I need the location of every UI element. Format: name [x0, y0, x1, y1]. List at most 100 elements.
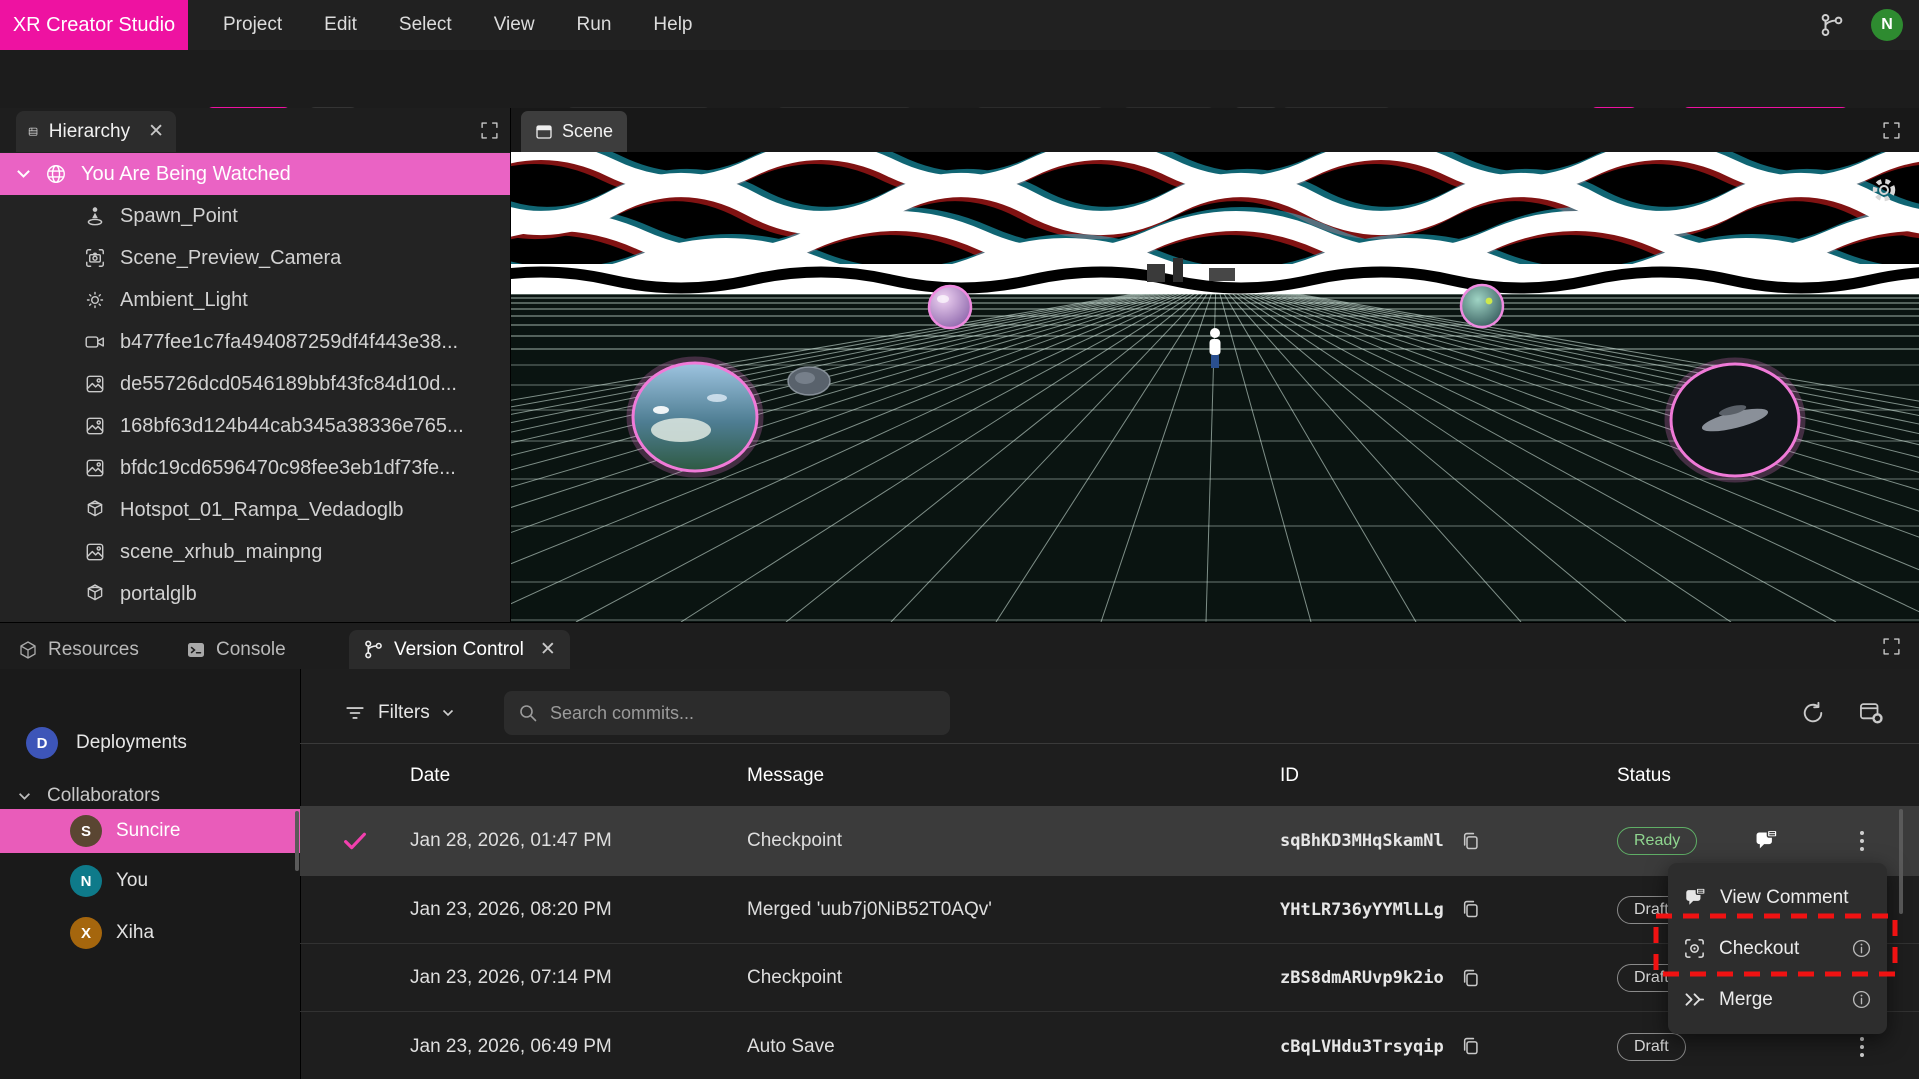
version-control-content: D Deployments Collaborators S Suncire N … [0, 669, 1919, 1079]
commit-date: Jan 23, 2026, 08:20 PM [410, 899, 747, 921]
image-icon [84, 541, 106, 563]
tree-item[interactable]: scene_xrhub_mainpng [0, 531, 510, 573]
bottom-tabbar: Resources Console Version Control ✕ [0, 623, 1919, 669]
git-branch-icon[interactable] [1819, 12, 1845, 38]
sidebar-item-collaborator-xiha[interactable]: X Xiha [0, 911, 300, 955]
globe-icon [45, 163, 67, 185]
row-menu-kebab-icon[interactable] [1853, 831, 1871, 851]
tab-console[interactable]: Console [186, 630, 286, 669]
search-commits-input[interactable] [548, 702, 936, 725]
tree-item[interactable]: bfdc19cd6596470c98fee3eb1df73fe... [0, 447, 510, 489]
tree-item-scene-root[interactable]: You Are Being Watched [0, 153, 510, 195]
tree-item[interactable]: Hotspot_01_Rampa_Vedadoglb [0, 489, 510, 531]
commit-id: YHtLR736yYYMlLLg [1280, 900, 1444, 920]
sidebar-item-collaborator-you[interactable]: N You [0, 859, 300, 903]
menu-item-checkout[interactable]: Checkout [1668, 923, 1887, 974]
hierarchy-panel: Hierarchy ✕ You Are Being Watched [0, 108, 511, 622]
close-icon[interactable]: ✕ [148, 122, 164, 141]
column-header-status[interactable]: Status [1617, 765, 1753, 787]
app-title: XR Creator Studio [0, 0, 188, 50]
tree-item[interactable]: b477fee1c7fa494087259df4f443e38... [0, 321, 510, 363]
refresh-icon[interactable] [1800, 700, 1826, 726]
close-icon[interactable]: ✕ [540, 640, 556, 659]
image-icon [84, 415, 106, 437]
info-icon [1851, 989, 1872, 1010]
portal-sphere-teal[interactable] [1461, 285, 1503, 327]
menu-item-merge[interactable]: Merge [1668, 974, 1887, 1025]
user-avatar[interactable]: N [1871, 9, 1903, 41]
copy-icon[interactable] [1460, 968, 1481, 989]
collaborator-avatar: N [70, 865, 102, 897]
sidebar-item-deployments[interactable]: D Deployments [0, 725, 300, 761]
image-icon [84, 373, 106, 395]
cube-icon [18, 640, 38, 660]
commit-message: Checkpoint [747, 830, 1280, 852]
commit-date: Jan 28, 2026, 01:47 PM [410, 830, 747, 852]
sidebar-group-collaborators[interactable]: Collaborators [0, 779, 300, 813]
tab-version-control[interactable]: Version Control ✕ [349, 630, 570, 669]
tree-item[interactable]: de55726dcd0546189bbf43fc84d10d... [0, 363, 510, 405]
menu-view[interactable]: View [473, 14, 556, 36]
search-commits-box[interactable] [504, 691, 950, 735]
menu-run[interactable]: Run [556, 14, 633, 36]
expand-panel-icon[interactable] [1882, 637, 1901, 656]
column-header-message[interactable]: Message [747, 765, 1280, 787]
sidebar-scrollbar[interactable] [295, 811, 299, 871]
row-menu-kebab-icon[interactable] [1853, 1037, 1871, 1057]
portal-left-large[interactable] [629, 359, 761, 475]
menubar: XR Creator Studio Project Edit Select Vi… [0, 0, 1919, 50]
table-scrollbar[interactable] [1899, 809, 1903, 914]
bottom-panel: Resources Console Version Control ✕ [0, 622, 1919, 1079]
tree-item[interactable]: portalglb [0, 573, 510, 615]
info-icon [1851, 938, 1872, 959]
sidebar-item-collaborator-suncire[interactable]: S Suncire [0, 809, 300, 853]
commit-settings-icon[interactable] [1858, 700, 1884, 726]
menu-select[interactable]: Select [378, 14, 473, 36]
tree-item[interactable]: 168bf63d124b44cab345a38336e765... [0, 405, 510, 447]
chevron-down-icon [442, 709, 454, 717]
tab-scene[interactable]: Scene [521, 111, 627, 152]
copy-icon[interactable] [1460, 1036, 1481, 1057]
menu-project[interactable]: Project [202, 14, 303, 36]
scene-3d-render[interactable] [511, 152, 1919, 622]
hierarchy-tabbar: Hierarchy ✕ [0, 108, 510, 152]
tab-resources[interactable]: Resources [18, 630, 139, 669]
camera-icon [84, 247, 106, 269]
commit-table-header: Date Message ID Status [300, 743, 1919, 807]
chevron-down-icon[interactable] [16, 169, 31, 179]
git-branch-icon [363, 639, 384, 660]
commit-message: Checkpoint [747, 967, 1280, 989]
tab-hierarchy[interactable]: Hierarchy ✕ [16, 111, 176, 152]
status-badge: Draft [1617, 1033, 1686, 1061]
menu-help[interactable]: Help [632, 14, 713, 36]
commit-id: sqBhKD3MHqSkamNl [1280, 831, 1444, 851]
copy-icon[interactable] [1460, 831, 1481, 852]
tree-item[interactable]: Spawn_Point [0, 195, 510, 237]
expand-panel-icon[interactable] [480, 121, 499, 140]
avatar-figure[interactable] [1210, 328, 1221, 368]
comment-icon[interactable] [1753, 829, 1779, 853]
menu-item-view-comment[interactable]: View Comment [1668, 872, 1887, 923]
menu-edit[interactable]: Edit [303, 14, 378, 36]
image-icon [84, 457, 106, 479]
commit-date: Jan 23, 2026, 07:14 PM [410, 967, 747, 989]
status-badge: Ready [1617, 827, 1697, 855]
xr-creator-studio-window: XR Creator Studio Project Edit Select Vi… [0, 0, 1919, 1079]
column-header-date[interactable]: Date [410, 765, 747, 787]
filter-icon [344, 702, 366, 724]
expand-panel-icon[interactable] [1882, 121, 1901, 140]
tree-item[interactable]: Ambient_Light [0, 279, 510, 321]
tree-item[interactable]: Scene_Preview_Camera [0, 237, 510, 279]
column-header-id[interactable]: ID [1280, 765, 1617, 787]
portal-sphere-purple[interactable] [929, 286, 971, 328]
vc-sidebar: D Deployments Collaborators S Suncire N … [0, 669, 301, 1079]
search-icon [518, 703, 538, 723]
filters-button[interactable]: Filters [344, 691, 454, 735]
deployments-avatar: D [26, 727, 58, 759]
copy-icon[interactable] [1460, 899, 1481, 920]
commit-context-menu: View Comment Checkout Merge [1668, 863, 1887, 1034]
portal-right-large[interactable] [1667, 360, 1803, 480]
chevron-down-icon[interactable] [18, 792, 31, 801]
portal-small-gray[interactable] [788, 367, 830, 395]
scene-viewport[interactable]: Scene [511, 108, 1919, 622]
